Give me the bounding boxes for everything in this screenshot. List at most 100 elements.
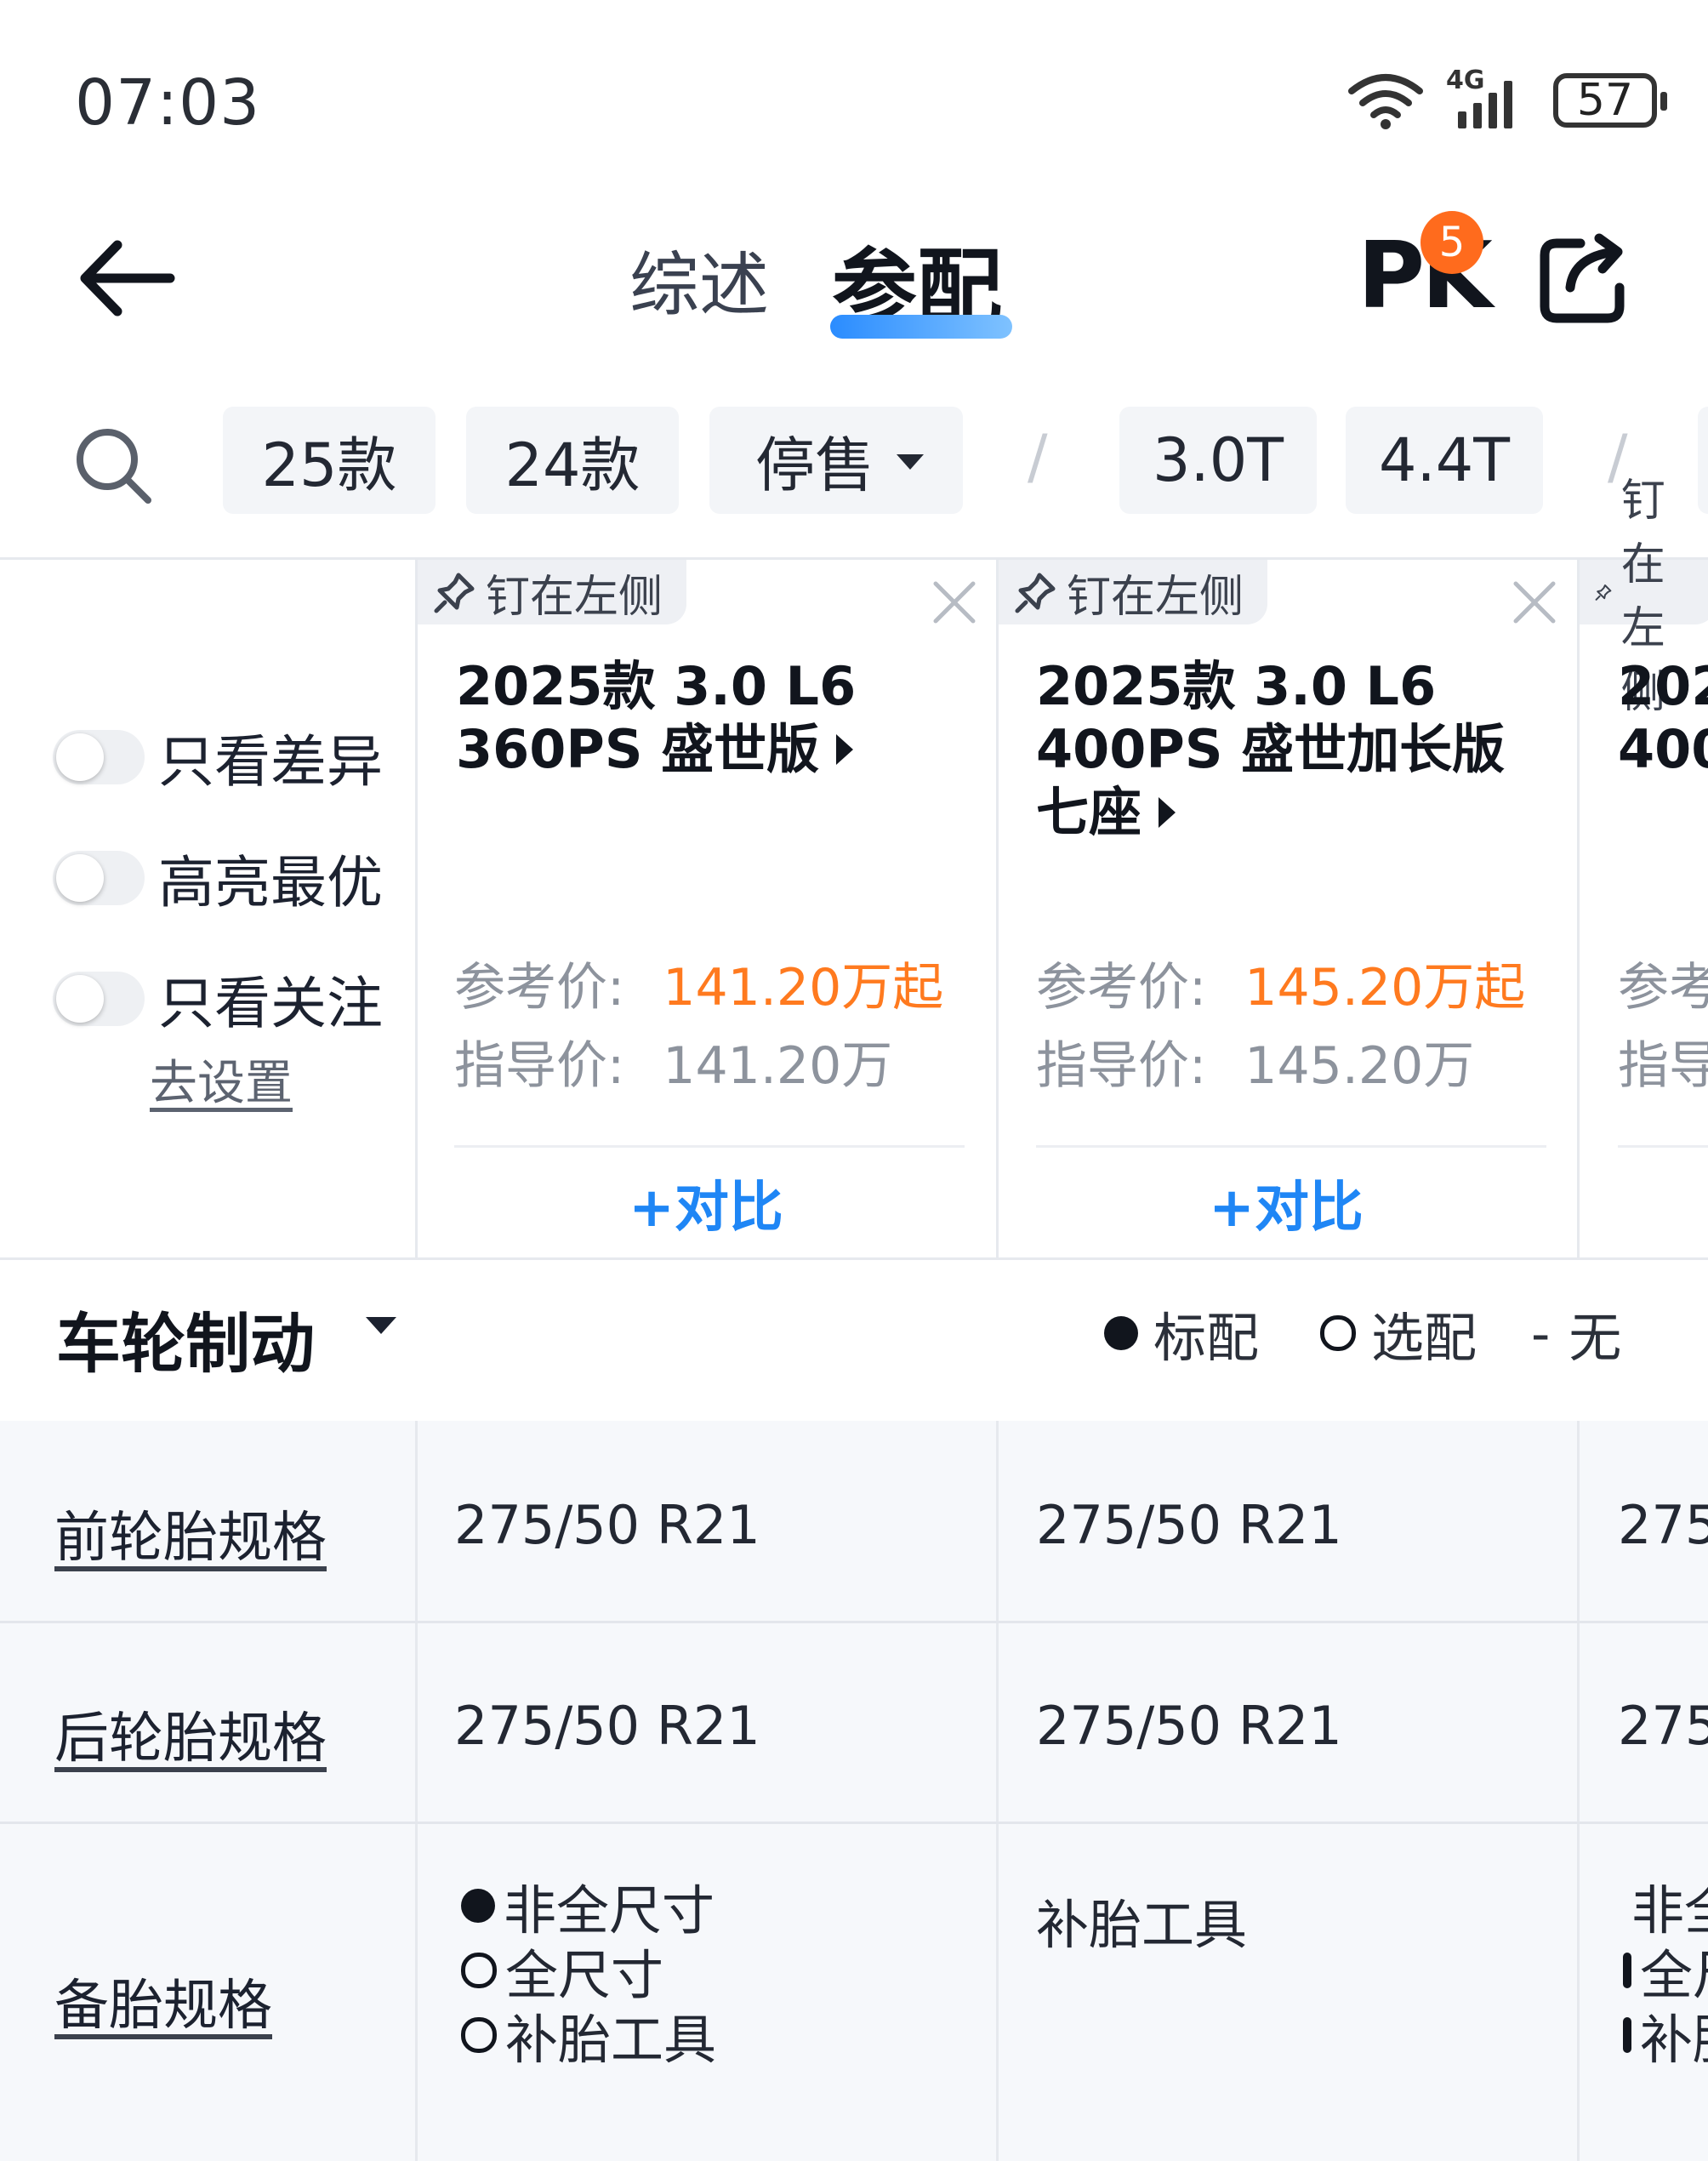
table-row: 前轮胎规格 275/50 R21 275/50 R21 275/50 R21 xyxy=(0,1421,1708,1623)
reference-price-value: 145.20万起 xyxy=(1244,958,1526,1018)
row-value: 275/50 R21 xyxy=(454,1695,760,1757)
toggle-diff-only[interactable]: 只看差异 xyxy=(53,716,383,798)
filter-chip-4-4t[interactable]: 4.4T xyxy=(1346,407,1543,514)
guide-price-label: 指导价: xyxy=(1618,1036,1708,1096)
back-arrow-icon[interactable] xyxy=(77,231,179,325)
option-text: 补胎工具 xyxy=(505,2009,717,2071)
wifi-icon xyxy=(1348,74,1423,129)
guide-price-row: 指导价: 141.20万 xyxy=(454,1024,892,1098)
reference-price-value: 141.20万起 xyxy=(663,958,944,1018)
column-divider xyxy=(996,557,999,1260)
row-value: 补胎工具 xyxy=(1036,1894,1248,1956)
go-to-settings-link[interactable]: 去设置 xyxy=(150,1045,293,1114)
pin-left-button[interactable]: 钉在左侧 xyxy=(418,560,687,624)
guide-price-label: 指导价: xyxy=(454,1036,625,1096)
option-item: 非全尺寸 xyxy=(461,1873,716,1941)
chevron-down-icon xyxy=(897,454,924,470)
close-icon[interactable] xyxy=(931,579,978,626)
legend-label: 选配 xyxy=(1371,1307,1477,1369)
car-model-name[interactable]: 2025款 3.0 L6 400PS 盛世加长版 七座 xyxy=(1036,655,1563,844)
row-label[interactable]: 备胎规格 xyxy=(54,1962,272,2040)
guide-price-row: 指导价: 145.20万 xyxy=(1036,1024,1474,1098)
network-type: 4G xyxy=(1446,66,1485,95)
column-divider xyxy=(415,557,418,1260)
status-icons: 4G 57 xyxy=(1347,66,1667,134)
filter-chip-24[interactable]: 24款 xyxy=(466,407,679,514)
reference-price-label: 参考价: xyxy=(454,958,625,1018)
pin-icon xyxy=(1015,573,1056,613)
legend-standard: 标配 xyxy=(1104,1295,1259,1371)
tab-overview[interactable]: 综述 xyxy=(629,228,769,329)
filter-chip-partial[interactable] xyxy=(1698,407,1708,514)
active-tab-indicator xyxy=(830,315,1012,339)
toggle-followed-only[interactable]: 只看关注 xyxy=(53,958,383,1040)
pin-icon xyxy=(1595,584,1612,601)
car-model-line: 七座 xyxy=(1036,781,1142,843)
car-model-line: 2025款 3.0 L6 xyxy=(1036,655,1437,717)
car-model-name[interactable]: 2025款 3.0 L6 360PS 盛世版 xyxy=(456,655,983,781)
option-item: 全尺寸 xyxy=(1623,1938,1708,2006)
legend-label: 标配 xyxy=(1153,1307,1260,1369)
row-value: 275/50 R21 xyxy=(1618,1494,1708,1556)
add-compare-button[interactable]: +对比 xyxy=(544,1164,868,1242)
car-model-line: 400PS xyxy=(1618,718,1708,780)
reference-price-row: 参考价: 145.20万起 xyxy=(1036,946,1525,1020)
status-time: 07:03 xyxy=(75,66,261,140)
guide-price-value: 141.20万 xyxy=(663,1036,893,1096)
option-item: 全尺寸 xyxy=(461,1938,716,2006)
toggle-label: 只看差异 xyxy=(158,729,383,795)
share-icon[interactable] xyxy=(1536,231,1635,327)
filter-chip-discontinued[interactable]: 停售 xyxy=(709,407,963,514)
spec-table: 前轮胎规格 275/50 R21 275/50 R21 275/50 R21 后… xyxy=(0,1421,1708,2161)
battery-level: 57 xyxy=(1576,75,1634,126)
car-model-line: 2025款 3.0 L6 xyxy=(456,655,857,717)
row-value: 275/50 R21 xyxy=(1036,1695,1342,1757)
column-divider xyxy=(1577,557,1580,1260)
guide-price-value: 145.20万 xyxy=(1244,1036,1475,1096)
row-value: 275/50 R21 xyxy=(1036,1494,1342,1556)
ring-dot-icon xyxy=(461,1953,497,1988)
ring-dot-icon xyxy=(461,2017,497,2053)
close-icon[interactable] xyxy=(1511,579,1558,626)
add-compare-button[interactable]: +对比 xyxy=(1124,1164,1448,1242)
car-model-name[interactable]: 2025款 3.0 L6 400PS xyxy=(1618,655,1708,781)
row-label[interactable]: 前轮胎规格 xyxy=(54,1494,327,1572)
legend-optional: 选配 xyxy=(1320,1295,1477,1371)
section-title[interactable]: 车轮制动 xyxy=(56,1291,315,1385)
table-row: 后轮胎规格 275/50 R21 275/50 R21 275/50 R21 xyxy=(0,1623,1708,1824)
filter-separator: / xyxy=(1028,422,1048,492)
ring-dot-icon xyxy=(1623,1953,1631,1988)
pin-left-button[interactable]: 钉在左侧 xyxy=(1580,476,1708,718)
ring-dot-icon xyxy=(1320,1315,1356,1351)
filter-chip-25[interactable]: 25款 xyxy=(223,407,436,514)
ring-dot-icon xyxy=(1623,2017,1631,2053)
row-label[interactable]: 后轮胎规格 xyxy=(54,1695,327,1773)
reference-price-label: 参考价: xyxy=(1618,958,1708,1018)
toggle-highlight-best[interactable]: 高亮最优 xyxy=(53,837,383,919)
toggle-switch[interactable] xyxy=(53,972,145,1026)
row-value: 275/50 R21 xyxy=(454,1494,760,1556)
table-row: 备胎规格 非全尺寸 全尺寸 补胎工具 补胎工具 非全尺寸 全尺寸 补胎工具 xyxy=(0,1824,1708,2161)
pin-left-button[interactable]: 钉在左侧 xyxy=(999,560,1268,624)
pin-label: 钉在左侧 xyxy=(486,571,663,623)
caret-right-icon xyxy=(836,734,854,765)
toggle-switch[interactable] xyxy=(53,851,145,905)
caret-right-icon xyxy=(1159,797,1176,828)
filter-chip-3-0t[interactable]: 3.0T xyxy=(1119,407,1317,514)
pk-count-badge: 5 xyxy=(1420,211,1483,274)
option-list: 非全尺寸 全尺寸 补胎工具 xyxy=(461,1873,716,2071)
divider xyxy=(1618,1145,1708,1148)
search-icon[interactable] xyxy=(73,425,155,507)
toggle-switch[interactable] xyxy=(53,730,145,784)
guide-price-row: 指导价: xyxy=(1618,1024,1708,1098)
battery-icon: 57 xyxy=(1553,73,1667,128)
row-value: 275/50 R21 xyxy=(1618,1695,1708,1757)
option-item: 非全尺寸 xyxy=(1623,1873,1708,1941)
option-list: 非全尺寸 全尺寸 补胎工具 xyxy=(1623,1873,1708,2067)
divider xyxy=(1036,1145,1546,1148)
option-item: 补胎工具 xyxy=(461,2003,716,2071)
reference-price-label: 参考价: xyxy=(1036,958,1207,1018)
reference-price-row: 参考价: xyxy=(1618,946,1708,1020)
chevron-down-icon[interactable] xyxy=(366,1317,396,1334)
legend-symbol: - xyxy=(1531,1302,1551,1365)
